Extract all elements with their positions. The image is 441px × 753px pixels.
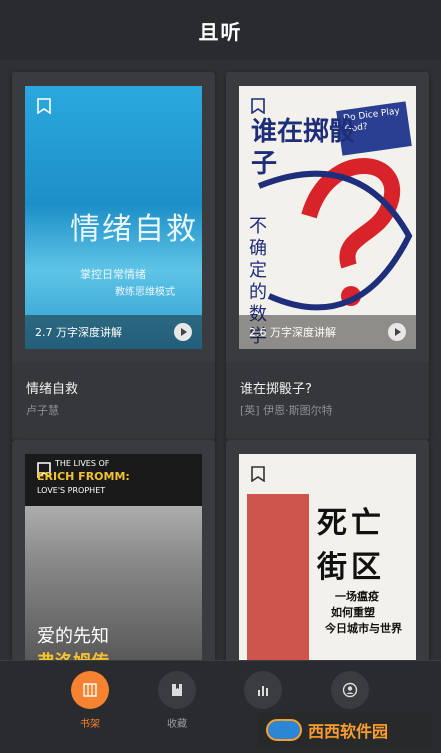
cover-subtitle: 今日城市与世界 — [325, 622, 402, 635]
book-author: 卢子慧 — [26, 404, 59, 417]
play-icon[interactable] — [388, 323, 406, 341]
nav-label: 收藏 — [167, 719, 187, 730]
book-title: 谁在掷骰子? — [240, 382, 312, 397]
duration-label: 2.7 万字深度讲解 — [35, 326, 122, 339]
watermark-text: 西西软件园 — [308, 722, 389, 741]
watermark: 西西软件园 — [258, 713, 433, 747]
book-cover-1[interactable]: 情绪自救 掌控日常情绪 教练思维模式 2.7 万字深度讲解 — [25, 86, 202, 349]
book-meta: 谁在掷骰子? [英] 伊恩·斯图尔特 — [226, 362, 429, 440]
book-title: 情绪自救 — [26, 382, 79, 397]
cover-title: 死亡 — [317, 506, 385, 541]
nav-label: 书架 — [80, 719, 100, 730]
cover-title: 谁在掷骰子 — [251, 117, 356, 179]
watermark-logo-icon — [266, 719, 302, 741]
nav-bookshelf[interactable]: 书架 — [60, 671, 120, 730]
nav-stats[interactable] — [233, 671, 293, 715]
duration-bar: 2.7 万字深度讲解 — [25, 315, 202, 349]
book-card-4[interactable]: 死亡 街区 一场瘟疫 如何重塑 今日城市与世界 — [226, 440, 429, 670]
bookmark-icon — [251, 466, 265, 482]
play-icon[interactable] — [174, 323, 192, 341]
cover-illustration — [247, 494, 309, 664]
cover-subtitle: 一场瘟疫 — [335, 590, 379, 603]
cover-subtitle: 教练思维模式 — [115, 287, 175, 298]
cover-text: THE LIVES OF — [55, 459, 110, 468]
book-meta: 情绪自救 卢子慧 — [12, 362, 215, 440]
book-cover-3[interactable]: THE LIVES OF ERICH FROMM: LOVE'S PROPHET… — [25, 454, 202, 670]
cover-title: 情绪自救 — [70, 212, 198, 247]
nav-favorites[interactable]: 收藏 — [147, 671, 207, 730]
bottom-nav: 书架 收藏 西西软件园 — [0, 660, 441, 753]
top-bar: 且听 — [0, 0, 441, 60]
bookmark-icon — [251, 98, 265, 114]
page-title: 且听 — [198, 19, 243, 44]
cover-title: 爱的先知 — [37, 626, 109, 647]
bookshelf-icon — [83, 683, 97, 697]
duration-bar: 2.6 万字深度讲解 — [239, 315, 416, 349]
book-cover-2[interactable]: Do Dice Play God? 谁在掷骰子 不确定的数学 2.6 万字深度讲… — [239, 86, 416, 349]
cover-subtitle: 如何重塑 — [331, 606, 375, 619]
book-card-3[interactable]: THE LIVES OF ERICH FROMM: LOVE'S PROPHET… — [12, 440, 215, 670]
nav-profile[interactable] — [320, 671, 380, 715]
cover-text: ERICH FROMM: — [37, 470, 130, 483]
book-author: [英] 伊恩·斯图尔特 — [240, 404, 333, 417]
cover-title: 街区 — [317, 550, 385, 585]
cover-text: LOVE'S PROPHET — [37, 486, 106, 495]
bookmark-icon — [37, 98, 51, 114]
book-card-1[interactable]: 情绪自救 掌控日常情绪 教练思维模式 2.7 万字深度讲解 情绪自救 卢子慧 — [12, 72, 215, 440]
bookmark-book-icon — [172, 684, 182, 696]
book-card-2[interactable]: Do Dice Play God? 谁在掷骰子 不确定的数学 2.6 万字深度讲… — [226, 72, 429, 440]
cover-subtitle: 掌控日常情绪 — [80, 268, 146, 281]
book-cover-4[interactable]: 死亡 街区 一场瘟疫 如何重塑 今日城市与世界 — [239, 454, 416, 670]
duration-label: 2.6 万字深度讲解 — [249, 326, 336, 339]
bar-chart-icon — [258, 686, 268, 696]
profile-icon — [342, 682, 358, 698]
